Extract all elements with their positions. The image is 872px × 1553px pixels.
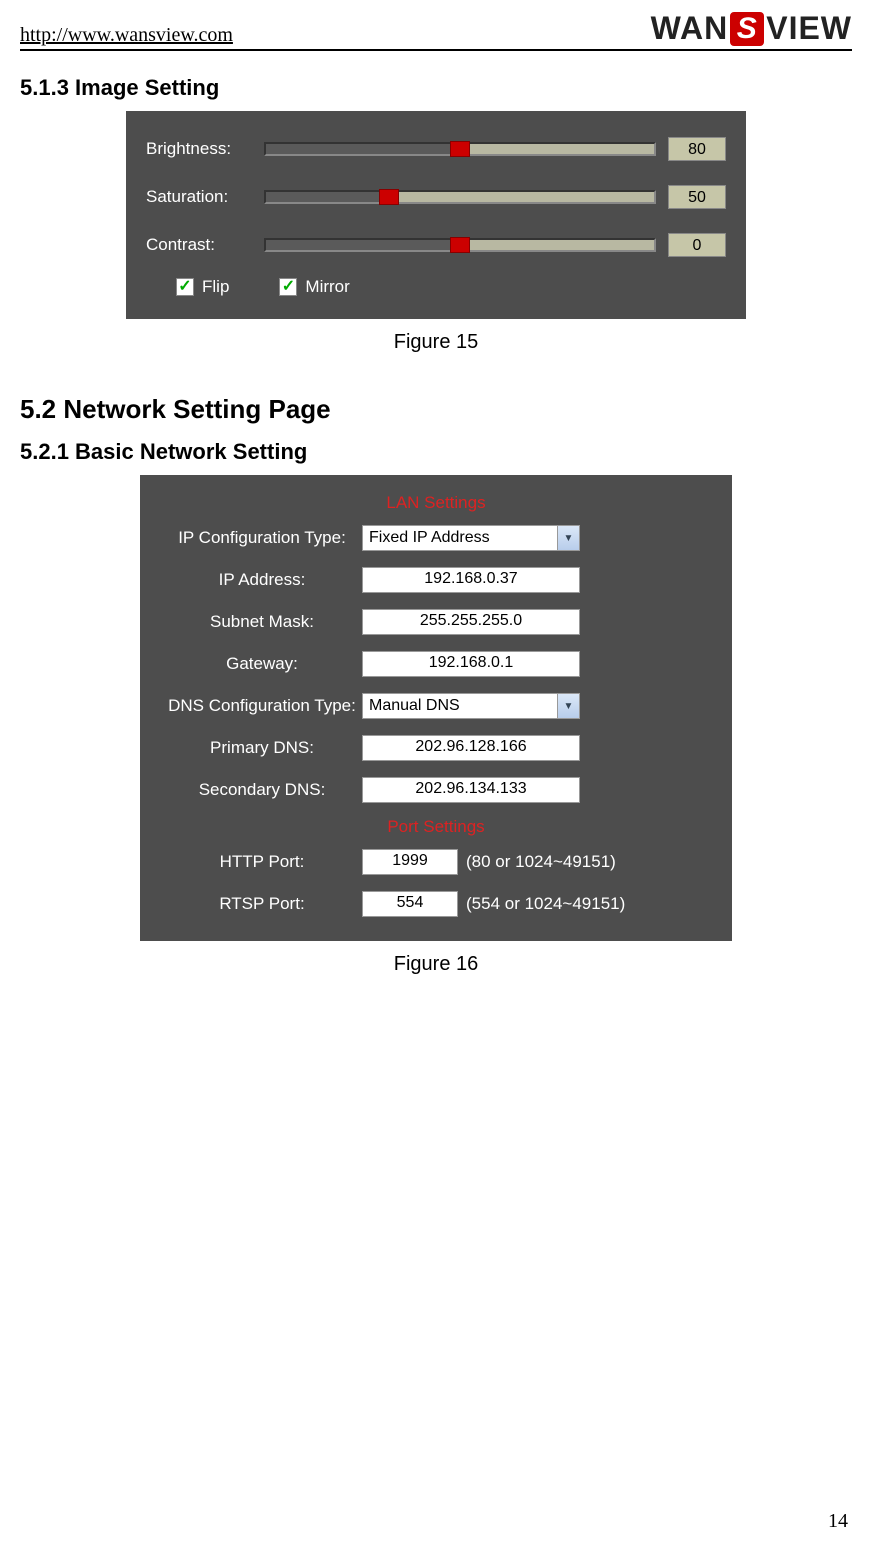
logo-part-2: VIEW — [766, 10, 852, 47]
contrast-row: Contrast: 0 — [146, 229, 726, 261]
http-port-label: HTTP Port: — [162, 852, 362, 872]
flip-checkbox-group: ✓ Flip — [176, 277, 229, 297]
saturation-value[interactable]: 50 — [668, 185, 726, 209]
http-port-input[interactable]: 1999 — [362, 849, 458, 875]
image-setting-panel: Brightness: 80 Saturation: 50 Contrast: — [126, 111, 746, 319]
secondary-dns-label: Secondary DNS: — [162, 780, 362, 800]
subnet-mask-row: Subnet Mask: 255.255.255.0 — [162, 607, 710, 637]
brightness-slider[interactable] — [264, 137, 656, 161]
ip-config-type-row: IP Configuration Type: Fixed IP Address … — [162, 523, 710, 553]
brand-logo: WAN S VIEW — [651, 10, 852, 47]
contrast-value[interactable]: 0 — [668, 233, 726, 257]
http-port-row: HTTP Port: 1999 (80 or 1024~49151) — [162, 847, 710, 877]
brightness-row: Brightness: 80 — [146, 133, 726, 165]
secondary-dns-row: Secondary DNS: 202.96.134.133 — [162, 775, 710, 805]
rtsp-port-input[interactable]: 554 — [362, 891, 458, 917]
http-port-hint: (80 or 1024~49151) — [466, 852, 616, 872]
rtsp-port-hint: (554 or 1024~49151) — [466, 894, 625, 914]
heading-5-2: 5.2 Network Setting Page — [20, 394, 852, 425]
saturation-slider[interactable] — [264, 185, 656, 209]
rtsp-port-row: RTSP Port: 554 (554 or 1024~49151) — [162, 889, 710, 919]
port-settings-heading: Port Settings — [162, 817, 710, 837]
ip-address-row: IP Address: 192.168.0.37 — [162, 565, 710, 595]
brightness-value[interactable]: 80 — [668, 137, 726, 161]
checkbox-row: ✓ Flip ✓ Mirror — [146, 277, 726, 297]
header-url[interactable]: http://www.wansview.com — [20, 24, 233, 47]
ip-address-label: IP Address: — [162, 570, 362, 590]
chevron-down-icon: ▼ — [557, 694, 579, 718]
heading-5-1-3: 5.1.3 Image Setting — [20, 75, 852, 101]
logo-part-1: WAN — [651, 10, 729, 47]
ip-config-type-select[interactable]: Fixed IP Address ▼ — [362, 525, 580, 551]
saturation-label: Saturation: — [146, 187, 246, 207]
ip-address-input[interactable]: 192.168.0.37 — [362, 567, 580, 593]
mirror-label: Mirror — [305, 277, 349, 297]
ip-config-type-value: Fixed IP Address — [369, 529, 490, 547]
flip-label: Flip — [202, 277, 229, 297]
logo-s-icon: S — [730, 12, 764, 46]
secondary-dns-input[interactable]: 202.96.134.133 — [362, 777, 580, 803]
lan-settings-heading: LAN Settings — [162, 493, 710, 513]
primary-dns-row: Primary DNS: 202.96.128.166 — [162, 733, 710, 763]
dns-config-type-label: DNS Configuration Type: — [162, 696, 362, 716]
brightness-label: Brightness: — [146, 139, 246, 159]
heading-5-2-1: 5.2.1 Basic Network Setting — [20, 439, 852, 465]
primary-dns-input[interactable]: 202.96.128.166 — [362, 735, 580, 761]
page-number: 14 — [828, 1510, 848, 1533]
figure-16-caption: Figure 16 — [20, 953, 852, 976]
dns-config-type-row: DNS Configuration Type: Manual DNS ▼ — [162, 691, 710, 721]
mirror-checkbox[interactable]: ✓ — [279, 278, 297, 296]
gateway-label: Gateway: — [162, 654, 362, 674]
ip-config-type-label: IP Configuration Type: — [162, 528, 362, 548]
mirror-checkbox-group: ✓ Mirror — [279, 277, 349, 297]
chevron-down-icon: ▼ — [557, 526, 579, 550]
dns-config-type-value: Manual DNS — [369, 697, 460, 715]
saturation-row: Saturation: 50 — [146, 181, 726, 213]
contrast-slider[interactable] — [264, 233, 656, 257]
dns-config-type-select[interactable]: Manual DNS ▼ — [362, 693, 580, 719]
figure-15-caption: Figure 15 — [20, 331, 852, 354]
page-header: http://www.wansview.com WAN S VIEW — [20, 10, 852, 51]
gateway-input[interactable]: 192.168.0.1 — [362, 651, 580, 677]
subnet-mask-input[interactable]: 255.255.255.0 — [362, 609, 580, 635]
contrast-label: Contrast: — [146, 235, 246, 255]
subnet-mask-label: Subnet Mask: — [162, 612, 362, 632]
network-setting-panel: LAN Settings IP Configuration Type: Fixe… — [140, 475, 732, 941]
primary-dns-label: Primary DNS: — [162, 738, 362, 758]
rtsp-port-label: RTSP Port: — [162, 894, 362, 914]
gateway-row: Gateway: 192.168.0.1 — [162, 649, 710, 679]
flip-checkbox[interactable]: ✓ — [176, 278, 194, 296]
